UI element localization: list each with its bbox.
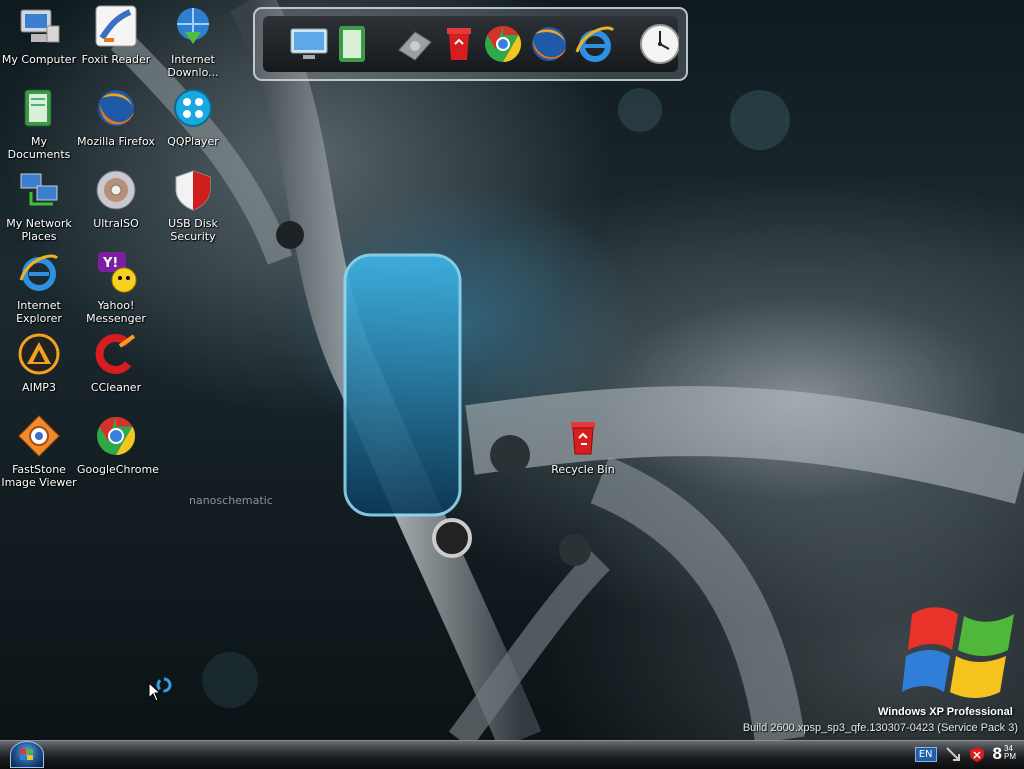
desktop-icon-internet-explorer[interactable]: Internet Explorer xyxy=(0,248,78,325)
desktop-icon-label: AIMP3 xyxy=(22,381,56,394)
desktop-icon-googlechrome[interactable]: GoogleChrome xyxy=(77,412,159,476)
recycle-bin-icon xyxy=(559,412,607,460)
svg-text:Y!: Y! xyxy=(102,256,118,271)
taskbar xyxy=(0,740,1024,769)
network-icon xyxy=(15,166,63,214)
monitor-icon xyxy=(290,28,328,59)
desktop-icon-yahoo-messenger[interactable]: Y! Yahoo! Messenger xyxy=(77,248,155,325)
desktop-icon-label: My Computer xyxy=(1,53,77,66)
clock-minute-ampm: 34 PM xyxy=(1004,745,1016,761)
yahoo-icon: Y! xyxy=(92,248,140,296)
desktop-icon-usb-disk-security[interactable]: USB Disk Security xyxy=(154,166,232,243)
recycle-bin-icon xyxy=(447,28,471,60)
desktop-icon-label: Yahoo! Messenger xyxy=(86,299,146,325)
edition-text: Windows XP Professional xyxy=(878,706,1013,718)
desktop-icon-label: Internet Downlo... xyxy=(167,53,219,79)
computer-icon xyxy=(15,2,63,50)
desktop-icon-mozilla-firefox[interactable]: Mozilla Firefox xyxy=(77,84,155,148)
windows-logo xyxy=(902,607,1014,698)
faststone-icon xyxy=(15,412,63,460)
aimp-icon xyxy=(15,330,63,378)
ie-icon xyxy=(15,248,63,296)
dock-bar xyxy=(263,16,679,72)
start-button[interactable] xyxy=(10,741,44,768)
dock-item-computer[interactable] xyxy=(289,24,329,64)
desktop-icon-label: USB Disk Security xyxy=(168,217,218,243)
windows-flag-icon xyxy=(20,749,33,760)
clock-hour: 8 xyxy=(992,744,1002,763)
desktop-icon-faststone[interactable]: FastStone Image Viewer xyxy=(0,412,78,489)
desktop-icon-label: Internet Explorer xyxy=(16,299,62,325)
dock-item-ie[interactable] xyxy=(575,24,615,64)
security-tray-icon[interactable] xyxy=(969,746,985,762)
foxit-icon xyxy=(92,2,140,50)
desktop-icon-qqplayer[interactable]: QQPlayer xyxy=(154,84,232,148)
desktop-icon-ultraiso[interactable]: UltraISO xyxy=(77,166,155,230)
dock-item-drive[interactable] xyxy=(395,24,435,64)
desktop-icon-label: Recycle Bin xyxy=(551,463,615,476)
language-indicator[interactable]: EN xyxy=(914,746,937,762)
taskbar-clock[interactable]: 8 34 PM xyxy=(993,745,1016,763)
documents-icon xyxy=(15,84,63,132)
drive-icon xyxy=(398,31,432,61)
chrome-icon xyxy=(92,412,140,460)
documents-icon xyxy=(339,26,365,62)
ccleaner-icon xyxy=(92,330,140,378)
desktop-icon-ccleaner[interactable]: CCleaner xyxy=(77,330,155,394)
desktop-icon-my-network-places[interactable]: My Network Places xyxy=(0,166,78,243)
build-text: Build 2600.xpsp_sp3_qfe.130307-0423 (Ser… xyxy=(742,722,1018,734)
desktop-icon-label: CCleaner xyxy=(90,381,142,394)
mouse-cursor-icon xyxy=(148,682,162,702)
clock-ampm: PM xyxy=(1004,752,1016,761)
desktop-icon-label: GoogleChrome xyxy=(77,463,159,476)
desktop-icon-foxit-reader[interactable]: Foxit Reader xyxy=(77,2,155,66)
wallpaper-caption: nanoschematic xyxy=(189,494,273,507)
desktop-icon-label: My Documents xyxy=(7,135,71,161)
desktop-icon-internet-download[interactable]: Internet Downlo... xyxy=(154,2,232,79)
desktop-icon-my-computer[interactable]: My Computer xyxy=(0,2,78,66)
firefox-icon xyxy=(532,27,566,61)
disc-icon xyxy=(92,166,140,214)
idm-icon xyxy=(169,2,217,50)
desktop-icon-label: QQPlayer xyxy=(167,135,219,148)
dock-item-documents[interactable] xyxy=(335,24,371,64)
clock-icon xyxy=(640,24,679,64)
desktop-icon-label: FastStone Image Viewer xyxy=(1,463,77,489)
network-tray-icon[interactable] xyxy=(945,746,961,762)
dock-item-clock[interactable] xyxy=(639,24,679,64)
dock xyxy=(253,7,688,81)
desktop-icon-label: Mozilla Firefox xyxy=(77,135,155,148)
qqplayer-icon xyxy=(169,84,217,132)
desktop-icon-my-documents[interactable]: My Documents xyxy=(0,84,78,161)
desktop-icon-aimp3[interactable]: AIMP3 xyxy=(0,330,78,394)
chrome-icon xyxy=(485,25,522,63)
firefox-icon xyxy=(92,84,140,132)
desktop-icon-label: My Network Places xyxy=(6,217,72,243)
desktop-icon-recycle-bin[interactable]: Recycle Bin xyxy=(544,412,622,476)
dock-item-recycle-bin[interactable] xyxy=(441,24,477,64)
dock-item-chrome[interactable] xyxy=(483,24,523,64)
desktop-icon-label: UltraISO xyxy=(93,217,139,230)
shield-icon xyxy=(169,166,217,214)
system-tray: EN 8 34 PM xyxy=(914,740,1024,768)
ie-icon xyxy=(575,26,615,62)
desktop-icon-label: Foxit Reader xyxy=(81,53,151,66)
dock-item-firefox[interactable] xyxy=(529,24,569,64)
